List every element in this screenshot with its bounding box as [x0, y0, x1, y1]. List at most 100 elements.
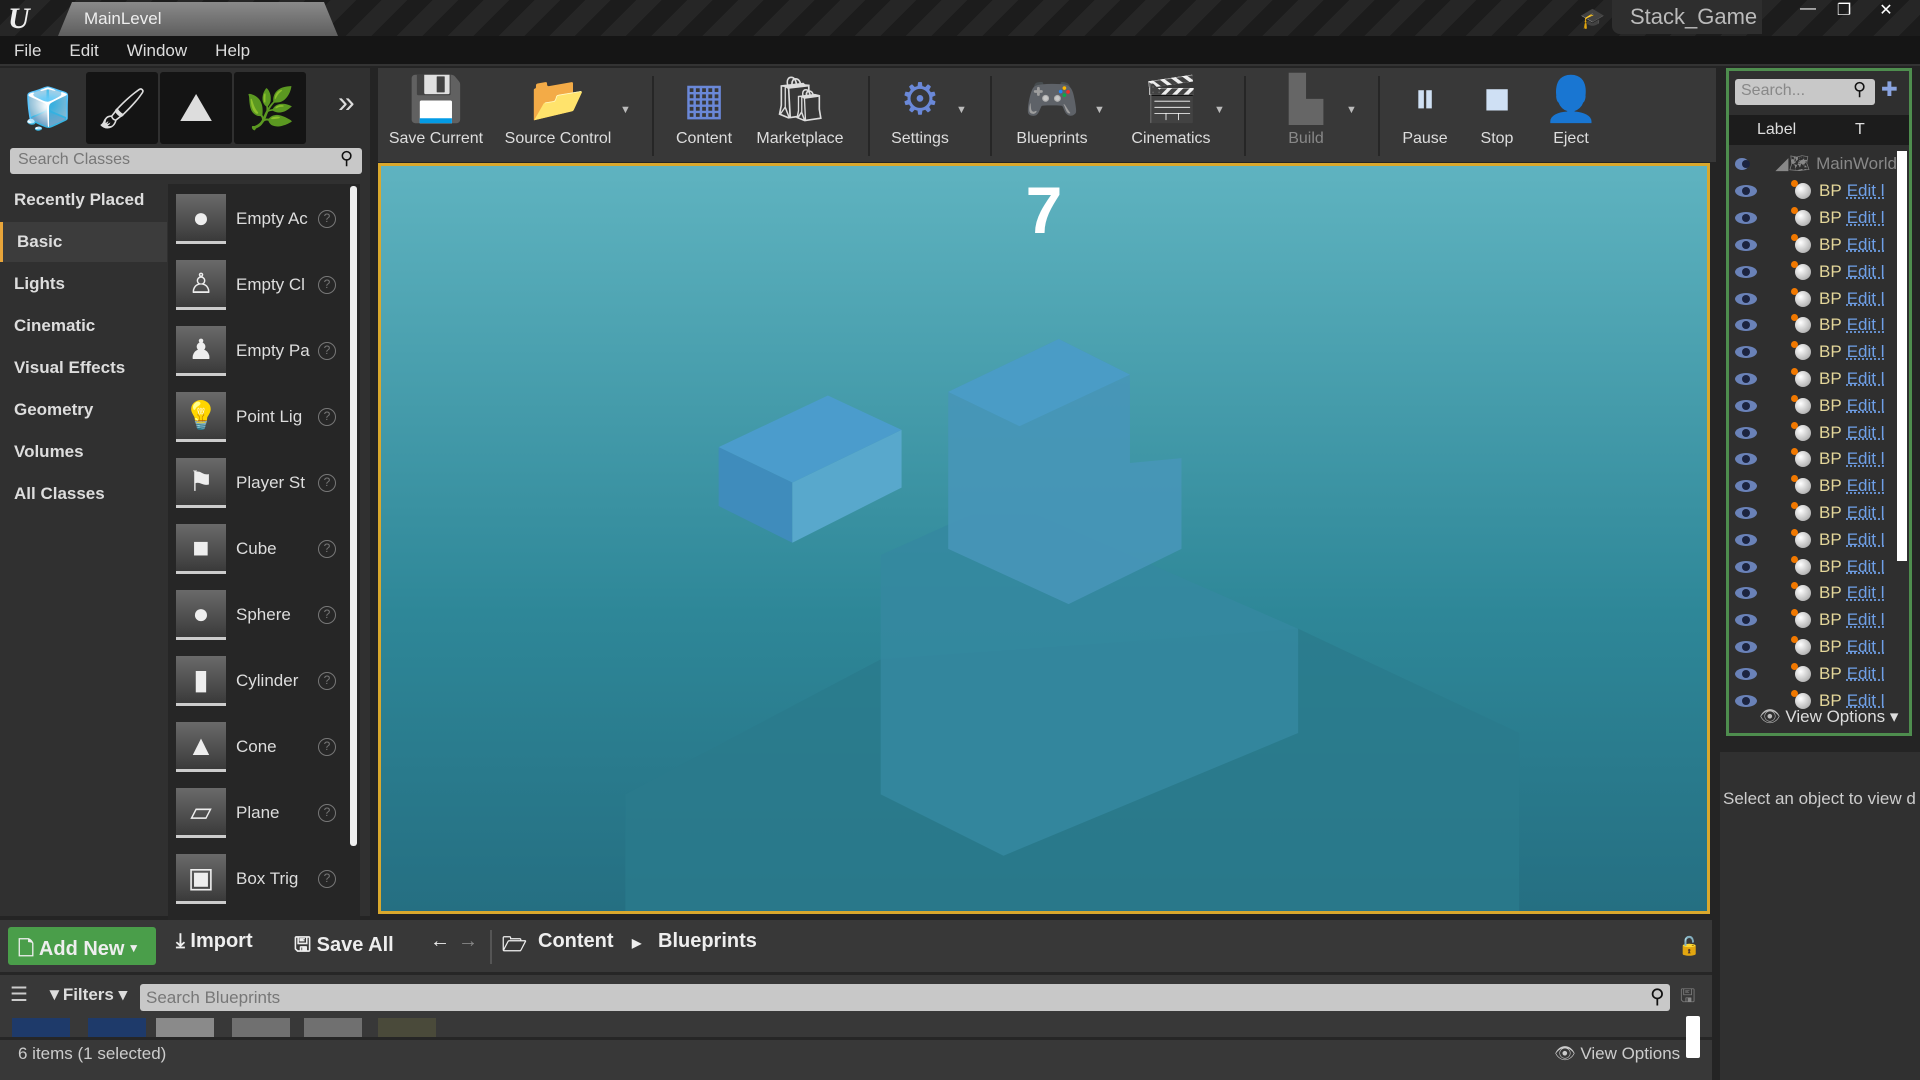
eye-icon[interactable]	[1735, 372, 1757, 385]
edit-blueprint-link[interactable]: Edit l	[1847, 289, 1885, 309]
add-folder-icon[interactable]: ✚	[1881, 77, 1898, 102]
marketplace-button[interactable]: 🛍 Marketplace	[750, 68, 850, 162]
more-modes-icon[interactable]: »	[338, 86, 355, 120]
minimize-button[interactable]: —	[1790, 0, 1826, 22]
place-mode-icon[interactable]: 🧊	[12, 72, 84, 144]
outliner-row[interactable]: BP Edit l	[1729, 446, 1897, 473]
outliner-row[interactable]: BP Edit l	[1729, 205, 1897, 232]
outliner-row[interactable]: BP Edit l	[1729, 634, 1897, 661]
outliner-row[interactable]: BP Edit l	[1729, 232, 1897, 259]
help-icon[interactable]: ?	[318, 672, 336, 690]
outliner-row[interactable]: BP Edit l	[1729, 339, 1897, 366]
foliage-mode-icon[interactable]: 🌿	[234, 72, 306, 144]
maximize-button[interactable]: ❐	[1826, 0, 1862, 22]
list-item[interactable]: ▣ Box Trig?	[176, 848, 346, 910]
edit-blueprint-link[interactable]: Edit l	[1847, 664, 1885, 684]
content-button[interactable]: ▦ Content	[664, 68, 744, 162]
breadcrumb-blueprints[interactable]: Blueprints	[658, 930, 757, 953]
outliner-view-options[interactable]: 👁 View Options ▾	[1759, 707, 1898, 727]
scrollbar[interactable]	[350, 186, 357, 846]
source-control-button[interactable]: 📂 Source Control	[496, 68, 620, 162]
outliner-row[interactable]: BP Edit l	[1729, 553, 1897, 580]
back-arrow-icon[interactable]: ←	[430, 930, 450, 953]
help-icon[interactable]: ?	[318, 870, 336, 888]
edit-blueprint-link[interactable]: Edit l	[1847, 396, 1885, 416]
help-icon[interactable]: ?	[318, 210, 336, 228]
outliner-row[interactable]: BP Edit l	[1729, 660, 1897, 687]
level-viewport[interactable]: 7	[378, 163, 1710, 914]
outliner-row[interactable]: BP Edit l	[1729, 285, 1897, 312]
edit-blueprint-link[interactable]: Edit l	[1847, 610, 1885, 630]
eye-icon[interactable]	[1735, 667, 1757, 680]
menu-window[interactable]: Window	[113, 36, 201, 66]
edit-blueprint-link[interactable]: Edit l	[1847, 557, 1885, 577]
eye-icon[interactable]	[1735, 640, 1757, 653]
eye-icon[interactable]	[1735, 587, 1757, 600]
close-button[interactable]: ✕	[1868, 0, 1904, 22]
eject-button[interactable]: 👤 Eject	[1536, 68, 1606, 162]
category-lights[interactable]: Lights	[0, 264, 167, 304]
edit-blueprint-link[interactable]: Edit l	[1847, 530, 1885, 550]
outliner-row[interactable]: BP Edit l	[1729, 473, 1897, 500]
save-search-icon[interactable]: 🖫	[1680, 984, 1695, 1014]
chevron-down-icon[interactable]: ▼	[956, 104, 967, 116]
blueprints-button[interactable]: 🎮 Blueprints	[1002, 68, 1102, 162]
landscape-mode-icon[interactable]: ⛰	[160, 72, 232, 144]
list-item[interactable]: ⚑ Player St?	[176, 452, 346, 514]
chevron-down-icon[interactable]: ▼	[1346, 104, 1357, 116]
eye-icon[interactable]	[1735, 694, 1757, 707]
search-classes-input[interactable]: Search Classes	[10, 148, 362, 174]
outliner-row[interactable]: BP Edit l	[1729, 419, 1897, 446]
category-all-classes[interactable]: All Classes	[0, 474, 167, 514]
outliner-row[interactable]: BP Edit l	[1729, 500, 1897, 527]
outliner-row[interactable]: BP Edit l	[1729, 366, 1897, 393]
chevron-down-icon[interactable]: ▼	[620, 104, 631, 116]
edit-blueprint-link[interactable]: Edit l	[1847, 181, 1885, 201]
edit-blueprint-link[interactable]: Edit l	[1847, 637, 1885, 657]
edit-blueprint-link[interactable]: Edit l	[1847, 342, 1885, 362]
eye-icon[interactable]	[1735, 212, 1757, 225]
edit-blueprint-link[interactable]: Edit l	[1847, 476, 1885, 496]
eye-icon[interactable]	[1735, 158, 1751, 171]
pause-button[interactable]: ⏸ Pause	[1390, 68, 1460, 162]
scrollbar[interactable]	[1897, 151, 1907, 561]
eye-icon[interactable]	[1735, 560, 1757, 573]
menu-file[interactable]: File	[0, 36, 55, 66]
eye-icon[interactable]	[1735, 426, 1757, 439]
help-icon[interactable]: ?	[318, 408, 336, 426]
save-all-button[interactable]: 🖫 Save All	[294, 930, 394, 964]
help-icon[interactable]: ?	[318, 540, 336, 558]
edit-blueprint-link[interactable]: Edit l	[1847, 262, 1885, 282]
graduation-cap-icon[interactable]: 🎓	[1580, 6, 1605, 31]
eye-icon[interactable]	[1735, 319, 1757, 332]
outliner-row[interactable]: BP Edit l	[1729, 526, 1897, 553]
help-icon[interactable]: ?	[318, 606, 336, 624]
level-tab[interactable]: MainLevel	[58, 2, 338, 36]
edit-blueprint-link[interactable]: Edit l	[1847, 423, 1885, 443]
list-item[interactable]: ▲ Cone?	[176, 716, 346, 778]
help-icon[interactable]: ?	[318, 804, 336, 822]
eye-icon[interactable]	[1735, 185, 1757, 198]
cinematics-button[interactable]: 🎬 Cinematics	[1116, 68, 1226, 162]
eye-icon[interactable]	[1735, 399, 1757, 412]
outliner-row[interactable]: BP Edit l	[1729, 178, 1897, 205]
sources-toggle-icon[interactable]: ☰	[10, 982, 28, 1007]
filters-button[interactable]: ▼Filters ▾	[46, 985, 127, 1005]
build-button[interactable]: ▙ Build	[1256, 68, 1356, 162]
edit-blueprint-link[interactable]: Edit l	[1847, 583, 1885, 603]
column-label[interactable]: Label	[1757, 121, 1796, 139]
outliner-row[interactable]: BP Edit l	[1729, 258, 1897, 285]
eye-icon[interactable]	[1735, 265, 1757, 278]
paint-mode-icon[interactable]: 🖌	[86, 72, 158, 144]
category-basic[interactable]: Basic	[0, 222, 167, 262]
eye-icon[interactable]	[1735, 533, 1757, 546]
breadcrumb-content[interactable]: Content	[538, 930, 614, 953]
edit-blueprint-link[interactable]: Edit l	[1847, 208, 1885, 228]
category-visual-effects[interactable]: Visual Effects	[0, 348, 167, 388]
list-item[interactable]: ♟ Empty Pa?	[176, 320, 346, 382]
help-icon[interactable]: ?	[318, 474, 336, 492]
save-current-button[interactable]: 💾 Save Current	[384, 68, 488, 162]
list-item[interactable]: ▱ Plane?	[176, 782, 346, 844]
edit-blueprint-link[interactable]: Edit l	[1847, 315, 1885, 335]
outliner-row[interactable]: BP Edit l	[1729, 312, 1897, 339]
